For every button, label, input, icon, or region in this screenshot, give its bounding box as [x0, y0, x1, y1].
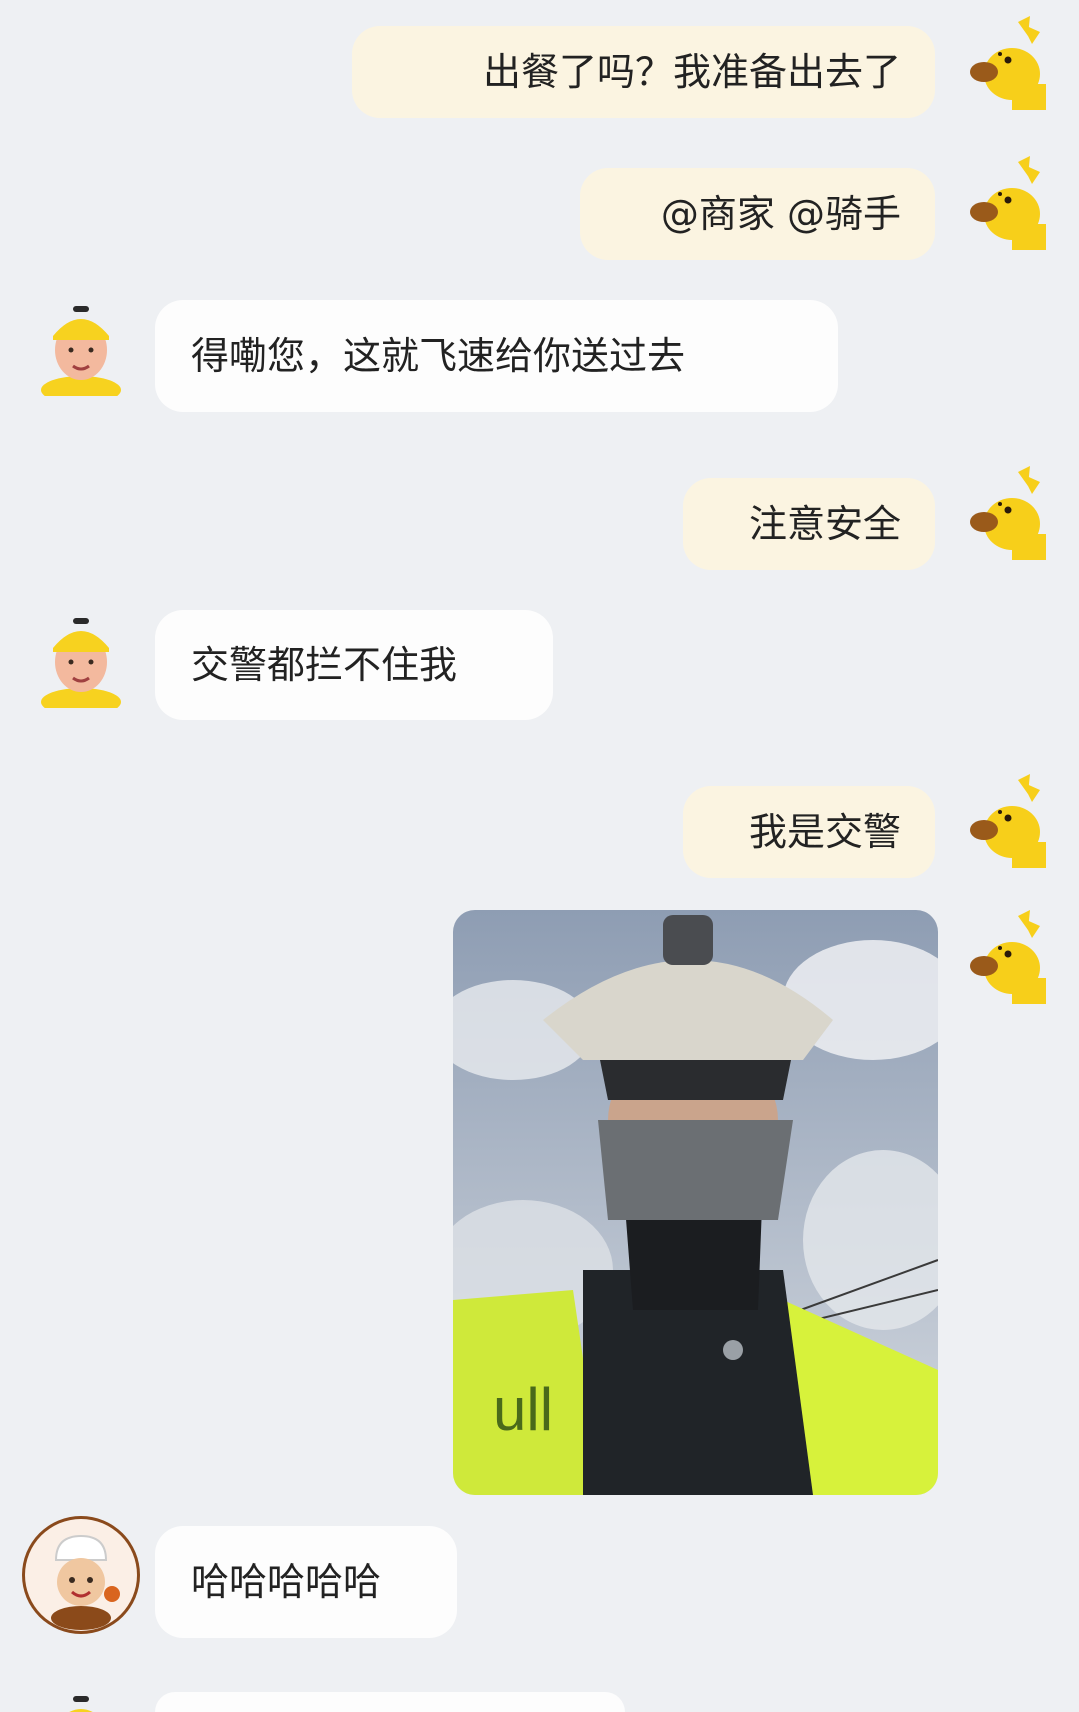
- delivery-rider-icon: [69, 1696, 93, 1712]
- customer-avatar[interactable]: [960, 14, 1056, 110]
- message-bubble-outgoing[interactable]: @商家 @骑手: [580, 168, 935, 260]
- message-text: 我是交警: [748, 810, 901, 854]
- message-text: 得嘞您，这就飞速给你送过去: [191, 334, 686, 378]
- yellow-kangaroo-icon: [970, 156, 1046, 250]
- rider-avatar[interactable]: [33, 1690, 129, 1712]
- customer-avatar[interactable]: [960, 772, 1056, 868]
- yellow-kangaroo-icon: [970, 774, 1046, 868]
- yellow-kangaroo-icon: [970, 910, 1046, 1004]
- svg-text:ull: ull: [493, 1376, 553, 1443]
- customer-avatar[interactable]: [960, 908, 1056, 1004]
- message-bubble-incoming[interactable]: 得嘞您，这就飞速给你送过去: [155, 300, 838, 412]
- yellow-kangaroo-icon: [970, 16, 1046, 110]
- message-bubble-outgoing[interactable]: 出餐了吗？我准备出去了: [352, 26, 935, 118]
- customer-avatar[interactable]: [960, 464, 1056, 560]
- message-bubble-incoming[interactable]: 哈哈哈哈哈: [155, 1526, 457, 1638]
- delivery-rider-icon: [33, 612, 129, 708]
- chef-boy-icon: [25, 1519, 137, 1631]
- message-bubble-incoming[interactable]: [155, 1692, 625, 1712]
- message-text: 注意安全: [748, 502, 901, 546]
- message-bubble-outgoing[interactable]: 注意安全: [683, 478, 935, 570]
- rider-avatar[interactable]: [33, 300, 129, 396]
- traffic-police-selfie: ull: [453, 910, 938, 1495]
- message-text: 交警都拦不住我: [191, 643, 458, 687]
- customer-avatar[interactable]: [960, 154, 1056, 250]
- message-text: 出餐了吗？我准备出去了: [482, 50, 901, 94]
- delivery-rider-icon: [33, 300, 129, 396]
- message-bubble-incoming[interactable]: 交警都拦不住我: [155, 610, 553, 720]
- image-message[interactable]: ull: [453, 910, 938, 1495]
- merchant-avatar[interactable]: [22, 1516, 140, 1634]
- chat-conversation: 出餐了吗？我准备出去了 @商家 @骑手 得嘞您，这就飞速给你送过去 注意安全 交…: [0, 0, 1079, 1712]
- yellow-kangaroo-icon: [970, 466, 1046, 560]
- message-bubble-outgoing[interactable]: 我是交警: [683, 786, 935, 878]
- message-text: 哈哈哈哈哈: [191, 1560, 382, 1604]
- message-text: @商家 @骑手: [660, 192, 901, 236]
- rider-avatar[interactable]: [33, 612, 129, 708]
